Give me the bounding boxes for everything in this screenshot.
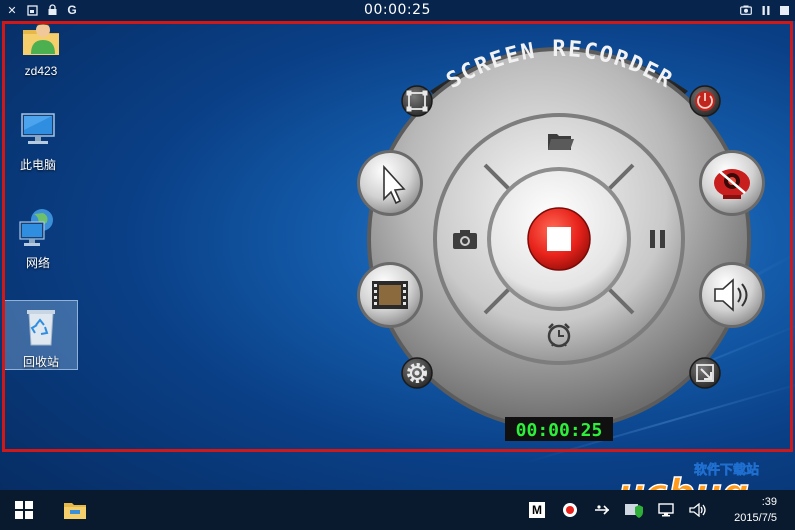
resize-button[interactable] bbox=[689, 357, 721, 389]
cursor-toggle-button[interactable] bbox=[357, 150, 423, 216]
tray-m-label: M bbox=[529, 502, 545, 518]
tray-volume-button[interactable] bbox=[688, 498, 708, 522]
clock-time: :39 bbox=[761, 496, 777, 508]
recording-timer: 00:00:25 bbox=[364, 2, 431, 18]
start-button[interactable] bbox=[12, 498, 36, 522]
usb-icon bbox=[595, 505, 610, 515]
camera-icon[interactable] bbox=[738, 2, 754, 18]
stop-icon[interactable] bbox=[776, 2, 792, 18]
desktop-icon-label: 此电脑 bbox=[19, 158, 56, 172]
open-folder-button[interactable] bbox=[548, 134, 574, 150]
webcam-toggle-button[interactable] bbox=[699, 150, 765, 216]
recycle-bin-icon bbox=[19, 305, 63, 349]
desktop-icon-user-folder[interactable]: zd423 bbox=[4, 16, 78, 78]
film-icon bbox=[372, 281, 408, 309]
taskbar: M :39 2015/7/5 bbox=[0, 490, 795, 530]
tray-record-button[interactable] bbox=[560, 498, 580, 522]
pause-icon[interactable] bbox=[758, 2, 774, 18]
network-icon bbox=[16, 206, 60, 250]
file-explorer-icon bbox=[64, 503, 86, 519]
recorder-timer: 00:00:25 bbox=[516, 420, 603, 441]
desktop-icon-computer[interactable]: 此电脑 bbox=[1, 108, 75, 173]
desktop-icon-label: 回收站 bbox=[22, 355, 59, 369]
power-icon bbox=[695, 91, 715, 111]
record-stop-icon bbox=[547, 227, 571, 251]
clock-date: 2015/7/5 bbox=[734, 512, 777, 524]
taskbar-clock[interactable]: :39 2015/7/5 bbox=[734, 494, 777, 526]
volume-icon bbox=[689, 503, 706, 517]
computer-icon bbox=[16, 108, 60, 152]
settings-button[interactable] bbox=[401, 357, 433, 389]
power-button[interactable] bbox=[689, 85, 721, 117]
tray-m-button[interactable]: M bbox=[528, 498, 546, 522]
security-shield-icon bbox=[625, 504, 643, 518]
windows-icon bbox=[15, 501, 33, 519]
tray-security-button[interactable] bbox=[622, 498, 646, 522]
desktop-icon-label: 网络 bbox=[25, 256, 50, 270]
tray-network-button[interactable] bbox=[656, 498, 676, 522]
tray-usb-button[interactable] bbox=[592, 498, 612, 522]
screen-recorder-widget: SCREEN RECORDER 00:00:25 bbox=[335, 33, 783, 451]
file-explorer-button[interactable] bbox=[60, 498, 90, 522]
desktop-icon-label: zd423 bbox=[24, 64, 58, 78]
record-icon bbox=[563, 503, 577, 517]
recorder-control-bar: ✕ G 00:00:25 bbox=[0, 0, 795, 21]
folder-icon bbox=[548, 134, 574, 150]
record-stop-button[interactable] bbox=[527, 207, 591, 271]
audio-toggle-button[interactable] bbox=[699, 262, 765, 328]
desktop-icon-recycle-bin[interactable]: 回收站 bbox=[4, 300, 78, 370]
video-settings-button[interactable] bbox=[357, 262, 423, 328]
region-select-button[interactable] bbox=[401, 85, 433, 117]
network-icon bbox=[658, 503, 674, 517]
user-folder-icon bbox=[19, 16, 63, 60]
desktop-icon-network[interactable]: 网络 bbox=[1, 206, 75, 271]
